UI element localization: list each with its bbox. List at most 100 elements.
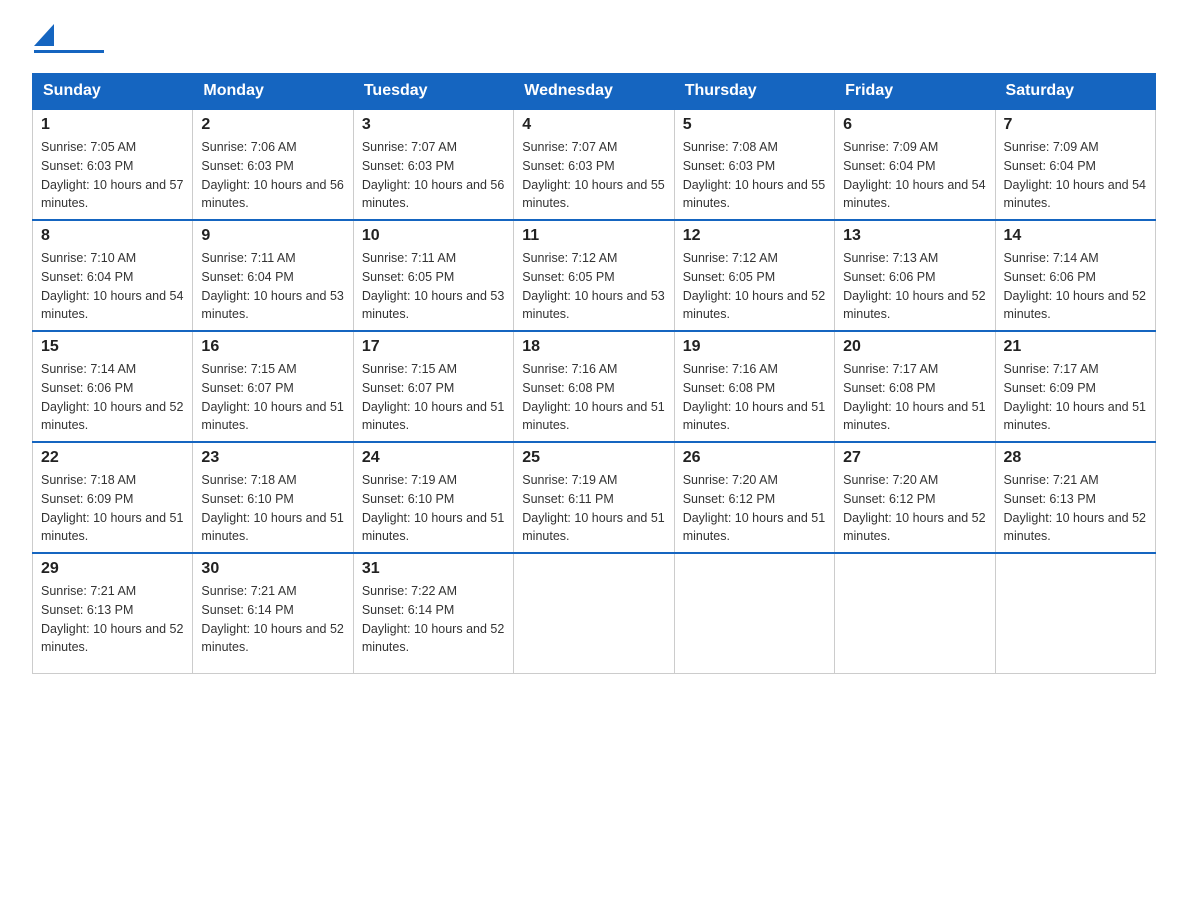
calendar-cell: 8 Sunrise: 7:10 AM Sunset: 6:04 PM Dayli… bbox=[33, 220, 193, 331]
calendar-cell: 19 Sunrise: 7:16 AM Sunset: 6:08 PM Dayl… bbox=[674, 331, 834, 442]
day-number: 15 bbox=[41, 338, 184, 356]
day-info: Sunrise: 7:08 AM Sunset: 6:03 PM Dayligh… bbox=[683, 138, 826, 213]
day-info: Sunrise: 7:21 AM Sunset: 6:13 PM Dayligh… bbox=[1004, 471, 1147, 546]
calendar-cell: 23 Sunrise: 7:18 AM Sunset: 6:10 PM Dayl… bbox=[193, 442, 353, 553]
day-number: 29 bbox=[41, 560, 184, 578]
calendar-cell: 15 Sunrise: 7:14 AM Sunset: 6:06 PM Dayl… bbox=[33, 331, 193, 442]
day-info: Sunrise: 7:12 AM Sunset: 6:05 PM Dayligh… bbox=[522, 249, 665, 324]
day-number: 30 bbox=[201, 560, 344, 578]
calendar-cell bbox=[835, 553, 995, 673]
day-info: Sunrise: 7:05 AM Sunset: 6:03 PM Dayligh… bbox=[41, 138, 184, 213]
page-header bbox=[32, 24, 1156, 53]
day-number: 17 bbox=[362, 338, 505, 356]
day-info: Sunrise: 7:17 AM Sunset: 6:08 PM Dayligh… bbox=[843, 360, 986, 435]
day-info: Sunrise: 7:22 AM Sunset: 6:14 PM Dayligh… bbox=[362, 582, 505, 657]
day-info: Sunrise: 7:10 AM Sunset: 6:04 PM Dayligh… bbox=[41, 249, 184, 324]
day-info: Sunrise: 7:17 AM Sunset: 6:09 PM Dayligh… bbox=[1004, 360, 1147, 435]
day-number: 12 bbox=[683, 227, 826, 245]
calendar-cell: 29 Sunrise: 7:21 AM Sunset: 6:13 PM Dayl… bbox=[33, 553, 193, 673]
day-number: 8 bbox=[41, 227, 184, 245]
day-info: Sunrise: 7:18 AM Sunset: 6:09 PM Dayligh… bbox=[41, 471, 184, 546]
calendar-cell: 2 Sunrise: 7:06 AM Sunset: 6:03 PM Dayli… bbox=[193, 109, 353, 220]
calendar-header: SundayMondayTuesdayWednesdayThursdayFrid… bbox=[33, 74, 1156, 110]
day-number: 4 bbox=[522, 116, 665, 134]
day-info: Sunrise: 7:19 AM Sunset: 6:10 PM Dayligh… bbox=[362, 471, 505, 546]
day-info: Sunrise: 7:12 AM Sunset: 6:05 PM Dayligh… bbox=[683, 249, 826, 324]
calendar-cell: 18 Sunrise: 7:16 AM Sunset: 6:08 PM Dayl… bbox=[514, 331, 674, 442]
calendar-cell: 6 Sunrise: 7:09 AM Sunset: 6:04 PM Dayli… bbox=[835, 109, 995, 220]
calendar-cell: 7 Sunrise: 7:09 AM Sunset: 6:04 PM Dayli… bbox=[995, 109, 1155, 220]
day-info: Sunrise: 7:19 AM Sunset: 6:11 PM Dayligh… bbox=[522, 471, 665, 546]
logo bbox=[32, 24, 108, 53]
day-number: 19 bbox=[683, 338, 826, 356]
day-info: Sunrise: 7:18 AM Sunset: 6:10 PM Dayligh… bbox=[201, 471, 344, 546]
day-number: 27 bbox=[843, 449, 986, 467]
day-info: Sunrise: 7:09 AM Sunset: 6:04 PM Dayligh… bbox=[1004, 138, 1147, 213]
week-row-1: 1 Sunrise: 7:05 AM Sunset: 6:03 PM Dayli… bbox=[33, 109, 1156, 220]
header-sunday: Sunday bbox=[33, 74, 193, 110]
day-info: Sunrise: 7:15 AM Sunset: 6:07 PM Dayligh… bbox=[362, 360, 505, 435]
day-info: Sunrise: 7:14 AM Sunset: 6:06 PM Dayligh… bbox=[41, 360, 184, 435]
day-number: 14 bbox=[1004, 227, 1147, 245]
calendar-cell: 30 Sunrise: 7:21 AM Sunset: 6:14 PM Dayl… bbox=[193, 553, 353, 673]
day-number: 3 bbox=[362, 116, 505, 134]
calendar-cell: 16 Sunrise: 7:15 AM Sunset: 6:07 PM Dayl… bbox=[193, 331, 353, 442]
day-number: 21 bbox=[1004, 338, 1147, 356]
calendar-cell: 5 Sunrise: 7:08 AM Sunset: 6:03 PM Dayli… bbox=[674, 109, 834, 220]
header-wednesday: Wednesday bbox=[514, 74, 674, 110]
day-number: 9 bbox=[201, 227, 344, 245]
calendar-cell: 31 Sunrise: 7:22 AM Sunset: 6:14 PM Dayl… bbox=[353, 553, 513, 673]
header-saturday: Saturday bbox=[995, 74, 1155, 110]
day-info: Sunrise: 7:14 AM Sunset: 6:06 PM Dayligh… bbox=[1004, 249, 1147, 324]
day-info: Sunrise: 7:21 AM Sunset: 6:13 PM Dayligh… bbox=[41, 582, 184, 657]
day-info: Sunrise: 7:16 AM Sunset: 6:08 PM Dayligh… bbox=[683, 360, 826, 435]
calendar-cell: 9 Sunrise: 7:11 AM Sunset: 6:04 PM Dayli… bbox=[193, 220, 353, 331]
calendar-cell: 13 Sunrise: 7:13 AM Sunset: 6:06 PM Dayl… bbox=[835, 220, 995, 331]
calendar-cell: 28 Sunrise: 7:21 AM Sunset: 6:13 PM Dayl… bbox=[995, 442, 1155, 553]
day-number: 23 bbox=[201, 449, 344, 467]
header-friday: Friday bbox=[835, 74, 995, 110]
day-number: 22 bbox=[41, 449, 184, 467]
calendar-body: 1 Sunrise: 7:05 AM Sunset: 6:03 PM Dayli… bbox=[33, 109, 1156, 673]
day-info: Sunrise: 7:07 AM Sunset: 6:03 PM Dayligh… bbox=[362, 138, 505, 213]
calendar-cell: 4 Sunrise: 7:07 AM Sunset: 6:03 PM Dayli… bbox=[514, 109, 674, 220]
day-info: Sunrise: 7:16 AM Sunset: 6:08 PM Dayligh… bbox=[522, 360, 665, 435]
calendar-cell bbox=[995, 553, 1155, 673]
calendar-cell: 11 Sunrise: 7:12 AM Sunset: 6:05 PM Dayl… bbox=[514, 220, 674, 331]
calendar-cell bbox=[514, 553, 674, 673]
logo-line bbox=[34, 50, 104, 53]
day-number: 25 bbox=[522, 449, 665, 467]
day-info: Sunrise: 7:11 AM Sunset: 6:04 PM Dayligh… bbox=[201, 249, 344, 324]
calendar-cell: 10 Sunrise: 7:11 AM Sunset: 6:05 PM Dayl… bbox=[353, 220, 513, 331]
week-row-3: 15 Sunrise: 7:14 AM Sunset: 6:06 PM Dayl… bbox=[33, 331, 1156, 442]
day-info: Sunrise: 7:06 AM Sunset: 6:03 PM Dayligh… bbox=[201, 138, 344, 213]
header-tuesday: Tuesday bbox=[353, 74, 513, 110]
day-number: 2 bbox=[201, 116, 344, 134]
day-number: 5 bbox=[683, 116, 826, 134]
week-row-4: 22 Sunrise: 7:18 AM Sunset: 6:09 PM Dayl… bbox=[33, 442, 1156, 553]
day-number: 31 bbox=[362, 560, 505, 578]
calendar-cell bbox=[674, 553, 834, 673]
week-row-2: 8 Sunrise: 7:10 AM Sunset: 6:04 PM Dayli… bbox=[33, 220, 1156, 331]
day-number: 26 bbox=[683, 449, 826, 467]
day-number: 24 bbox=[362, 449, 505, 467]
calendar-cell: 12 Sunrise: 7:12 AM Sunset: 6:05 PM Dayl… bbox=[674, 220, 834, 331]
day-number: 13 bbox=[843, 227, 986, 245]
day-info: Sunrise: 7:20 AM Sunset: 6:12 PM Dayligh… bbox=[843, 471, 986, 546]
calendar-cell: 1 Sunrise: 7:05 AM Sunset: 6:03 PM Dayli… bbox=[33, 109, 193, 220]
day-info: Sunrise: 7:21 AM Sunset: 6:14 PM Dayligh… bbox=[201, 582, 344, 657]
day-number: 28 bbox=[1004, 449, 1147, 467]
day-info: Sunrise: 7:15 AM Sunset: 6:07 PM Dayligh… bbox=[201, 360, 344, 435]
day-number: 16 bbox=[201, 338, 344, 356]
calendar-cell: 14 Sunrise: 7:14 AM Sunset: 6:06 PM Dayl… bbox=[995, 220, 1155, 331]
header-thursday: Thursday bbox=[674, 74, 834, 110]
calendar-cell: 24 Sunrise: 7:19 AM Sunset: 6:10 PM Dayl… bbox=[353, 442, 513, 553]
day-info: Sunrise: 7:11 AM Sunset: 6:05 PM Dayligh… bbox=[362, 249, 505, 324]
day-info: Sunrise: 7:09 AM Sunset: 6:04 PM Dayligh… bbox=[843, 138, 986, 213]
day-number: 6 bbox=[843, 116, 986, 134]
header-monday: Monday bbox=[193, 74, 353, 110]
calendar-cell: 25 Sunrise: 7:19 AM Sunset: 6:11 PM Dayl… bbox=[514, 442, 674, 553]
calendar-cell: 17 Sunrise: 7:15 AM Sunset: 6:07 PM Dayl… bbox=[353, 331, 513, 442]
calendar-cell: 27 Sunrise: 7:20 AM Sunset: 6:12 PM Dayl… bbox=[835, 442, 995, 553]
day-number: 1 bbox=[41, 116, 184, 134]
